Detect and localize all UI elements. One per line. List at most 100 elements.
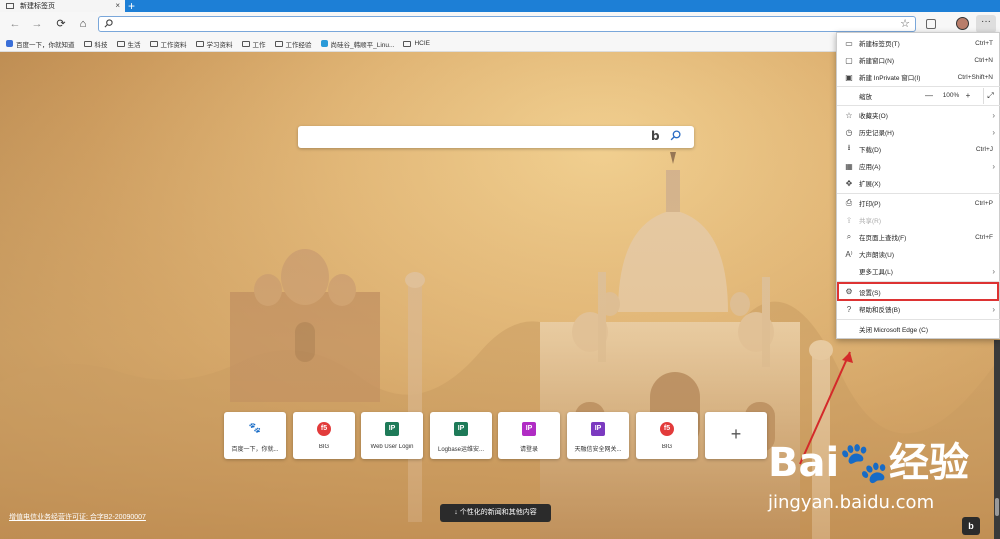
tab-title: 新建标签页 bbox=[20, 3, 55, 10]
bookmark-folder-experience[interactable]: 工作经验 bbox=[274, 39, 312, 49]
tab-page-icon bbox=[6, 3, 14, 9]
fullscreen-icon[interactable]: ⤢ bbox=[983, 88, 997, 104]
bing-corner-icon[interactable]: b bbox=[962, 517, 980, 535]
quick-link-logbase[interactable]: IP Logbase运维安... bbox=[430, 412, 492, 459]
download-icon: ⭳ bbox=[847, 143, 851, 152]
read-aloud-icon: A⁾ bbox=[845, 249, 853, 259]
collections-icon[interactable] bbox=[926, 19, 936, 29]
plus-icon: + bbox=[730, 424, 742, 444]
quick-link-login[interactable]: IP 请登录 bbox=[498, 412, 560, 459]
folder-icon bbox=[403, 40, 412, 47]
menu-settings[interactable]: ⚙ 设置(S) bbox=[837, 282, 999, 301]
menu-history[interactable]: ◷ 历史记录(H) › bbox=[837, 124, 1000, 140]
f5-logo-icon: f5 bbox=[317, 422, 331, 436]
bookmark-folder-hcie[interactable]: HCIE bbox=[403, 40, 430, 47]
chevron-right-icon: › bbox=[992, 161, 995, 171]
menu-divider bbox=[837, 86, 1000, 87]
settings-and-more-button[interactable]: ··· bbox=[976, 15, 996, 33]
folder-icon bbox=[195, 40, 204, 47]
quick-link-web-user-login[interactable]: IP Web User Login bbox=[361, 412, 423, 459]
ip-tile-icon: IP bbox=[591, 422, 605, 436]
menu-find-on-page[interactable]: ⌕ 在页面上查找(F) Ctrl+F bbox=[837, 229, 1000, 245]
inprivate-icon: ▣ bbox=[845, 72, 853, 82]
profile-avatar[interactable] bbox=[956, 17, 969, 30]
refresh-button[interactable]: ⟳ bbox=[54, 17, 68, 31]
menu-divider bbox=[837, 319, 1000, 320]
menu-more-tools[interactable]: 更多工具(L) › bbox=[837, 263, 1000, 279]
printer-icon: ⎙ bbox=[845, 198, 853, 207]
menu-new-tab[interactable]: ▭ 新建标签页(T) Ctrl+T bbox=[837, 35, 1000, 51]
baidu-favicon-icon bbox=[6, 40, 13, 47]
menu-print[interactable]: ⎙ 打印(P) Ctrl+P bbox=[837, 195, 1000, 211]
bing-logo-icon[interactable]: b bbox=[651, 129, 660, 143]
search-icon[interactable] bbox=[670, 130, 681, 141]
ip-tile-icon: IP bbox=[454, 422, 468, 436]
baidu-jingyan-watermark: Bai🐾经验 jingyan.baidu.com bbox=[768, 430, 969, 513]
puzzle-icon: ✥ bbox=[845, 178, 853, 188]
settings-and-more-menu: ▭ 新建标签页(T) Ctrl+T ▢ 新建窗口(N) Ctrl+N ▣ 新建 … bbox=[836, 32, 1000, 339]
add-quick-link-button[interactable]: + bbox=[705, 412, 767, 459]
forward-button[interactable]: → bbox=[30, 17, 44, 31]
menu-close-edge[interactable]: 关闭 Microsoft Edge (C) bbox=[837, 321, 1000, 337]
address-input[interactable] bbox=[117, 17, 877, 31]
folder-icon bbox=[116, 40, 125, 47]
quick-link-big-2[interactable]: f5 BIG bbox=[636, 412, 698, 459]
search-input[interactable] bbox=[306, 126, 636, 146]
menu-new-inprivate-window[interactable]: ▣ 新建 InPrivate 窗口(I) Ctrl+Shift+N bbox=[837, 69, 1000, 85]
menu-favorites[interactable]: ☆ 收藏夹(O) › bbox=[837, 107, 1000, 123]
site-favicon-icon bbox=[320, 40, 328, 47]
quick-link-big[interactable]: f5 BIG bbox=[293, 412, 355, 459]
menu-new-window[interactable]: ▢ 新建窗口(N) Ctrl+N bbox=[837, 52, 1000, 68]
find-icon: ⌕ bbox=[846, 232, 852, 241]
menu-downloads[interactable]: ⭳ 下载(D) Ctrl+J bbox=[837, 141, 1000, 157]
quick-link-topsec-gateway[interactable]: IP 天融信安全网关... bbox=[567, 412, 629, 459]
zoom-out-button[interactable]: — bbox=[919, 88, 939, 104]
folder-icon bbox=[83, 40, 92, 47]
home-button[interactable]: ⌂ bbox=[76, 17, 90, 31]
bookmark-folder-study[interactable]: 学习资料 bbox=[195, 39, 233, 49]
tab-strip: 新建标签页 × + bbox=[0, 0, 1000, 13]
apps-grid-icon: ▦ bbox=[845, 161, 853, 171]
bookmark-atguigu[interactable]: 尚硅谷_韩顺平_Linu... bbox=[320, 39, 394, 49]
watermark-url: jingyan.baidu.com bbox=[768, 492, 935, 513]
menu-share: ⇪ 共享(R) bbox=[845, 215, 882, 226]
menu-extensions[interactable]: ✥ 扩展(X) bbox=[837, 175, 1000, 191]
web-search-box[interactable] bbox=[298, 126, 694, 148]
baidu-paw-icon: 🐾 bbox=[248, 422, 262, 436]
gear-icon: ⚙ bbox=[845, 287, 853, 296]
ip-tile-icon: IP bbox=[385, 422, 399, 436]
folder-icon bbox=[149, 40, 158, 47]
share-icon: ⇪ bbox=[845, 215, 853, 225]
address-bar[interactable]: ☆ bbox=[98, 16, 916, 32]
new-window-icon: ▢ bbox=[845, 55, 853, 65]
chevron-right-icon: › bbox=[992, 110, 995, 120]
back-button[interactable]: ← bbox=[8, 17, 22, 31]
watermark-logo: Bai🐾经验 bbox=[768, 440, 969, 486]
scrollbar-thumb[interactable] bbox=[995, 498, 999, 516]
chevron-right-icon: › bbox=[992, 304, 995, 314]
chevron-right-icon: › bbox=[992, 266, 995, 276]
bookmark-folder-work[interactable]: 工作 bbox=[241, 39, 266, 49]
tab-close-button[interactable]: × bbox=[115, 1, 120, 10]
personalized-news-button[interactable]: ↓ 个性化的新闻和其他内容 bbox=[440, 504, 551, 522]
menu-apps[interactable]: ▦ 应用(A) › bbox=[837, 158, 1000, 174]
folder-icon bbox=[274, 40, 283, 47]
help-icon: ? bbox=[846, 304, 852, 314]
zoom-in-button[interactable]: + bbox=[961, 88, 975, 104]
bookmark-baidu[interactable]: 百度一下，你就知道 bbox=[6, 39, 75, 49]
chevron-right-icon: › bbox=[992, 127, 995, 137]
bookmark-folder-life[interactable]: 生活 bbox=[116, 39, 141, 49]
menu-zoom-row: 缩放 — 100% + ⤢ bbox=[837, 88, 1000, 104]
tab-new-tab[interactable]: 新建标签页 × bbox=[0, 0, 125, 12]
quick-link-baidu[interactable]: 🐾 百度一下，你就... bbox=[224, 412, 286, 459]
menu-read-aloud[interactable]: A⁾ 大声朗读(U) bbox=[837, 246, 1000, 262]
ip-tile-icon: IP bbox=[522, 422, 536, 436]
search-icon bbox=[104, 19, 113, 28]
f5-logo-icon: f5 bbox=[660, 422, 674, 436]
license-link[interactable]: 增值电信业务经营许可证: 合字B2-20090007 bbox=[9, 512, 146, 522]
menu-help-and-feedback[interactable]: ? 帮助和反馈(B) › bbox=[837, 301, 1000, 317]
favorite-star-icon[interactable]: ☆ bbox=[900, 17, 910, 30]
bookmark-folder-tech[interactable]: 科技 bbox=[83, 39, 108, 49]
favorites-star-icon: ☆ bbox=[845, 110, 853, 120]
bookmark-folder-work-docs[interactable]: 工作资料 bbox=[149, 39, 187, 49]
